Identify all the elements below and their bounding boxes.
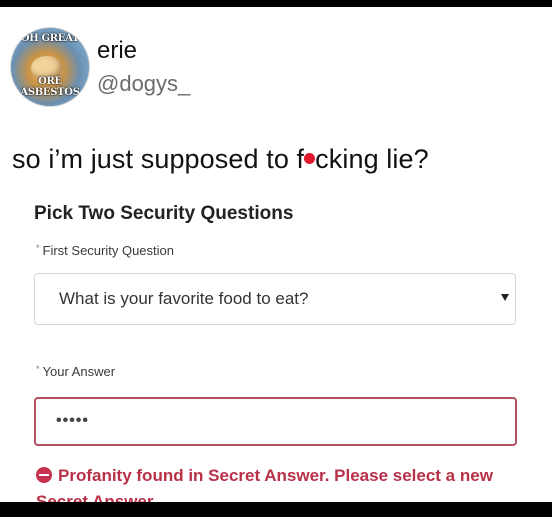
security-question-select[interactable]: What is your favorite food to eat? [34,273,516,325]
security-question-value: What is your favorite food to eat? [59,289,309,308]
masked-answer: ••••• [56,412,90,429]
secret-answer-input[interactable]: ••••• [34,397,517,446]
question-label: * First Security Question [36,243,174,258]
answer-label-text: Your Answer [42,364,116,379]
required-marker: * [36,243,40,253]
error-icon [36,467,52,483]
tweet-text-start: so i’m just supposed to f [12,144,305,174]
form-title: Pick Two Security Questions [34,203,294,224]
tweet-text-end: cking lie? [315,144,429,174]
error-message: Profanity found in Secret Answer. Please… [36,463,516,502]
user-handle[interactable]: @dogys_ [97,71,190,97]
display-name[interactable]: erie [97,37,137,65]
error-text: Profanity found in Secret Answer. Please… [36,466,493,502]
question-label-text: First Security Question [42,243,175,258]
dropdown-arrow-icon[interactable] [501,294,509,301]
avatar-bottom-text: ORE ASBESTOS [20,76,80,98]
avatar-top-text: OH GREAT [20,33,80,44]
required-marker: * [36,364,40,374]
tweet-text: so i’m just supposed to f cking lie? [12,144,429,175]
answer-label: * Your Answer [36,364,115,379]
redaction-dot-icon [304,153,316,165]
avatar[interactable]: OH GREAT ORE ASBESTOS [10,27,90,107]
screenshot-canvas: OH GREAT ORE ASBESTOS erie @dogys_ so i’… [0,7,552,502]
